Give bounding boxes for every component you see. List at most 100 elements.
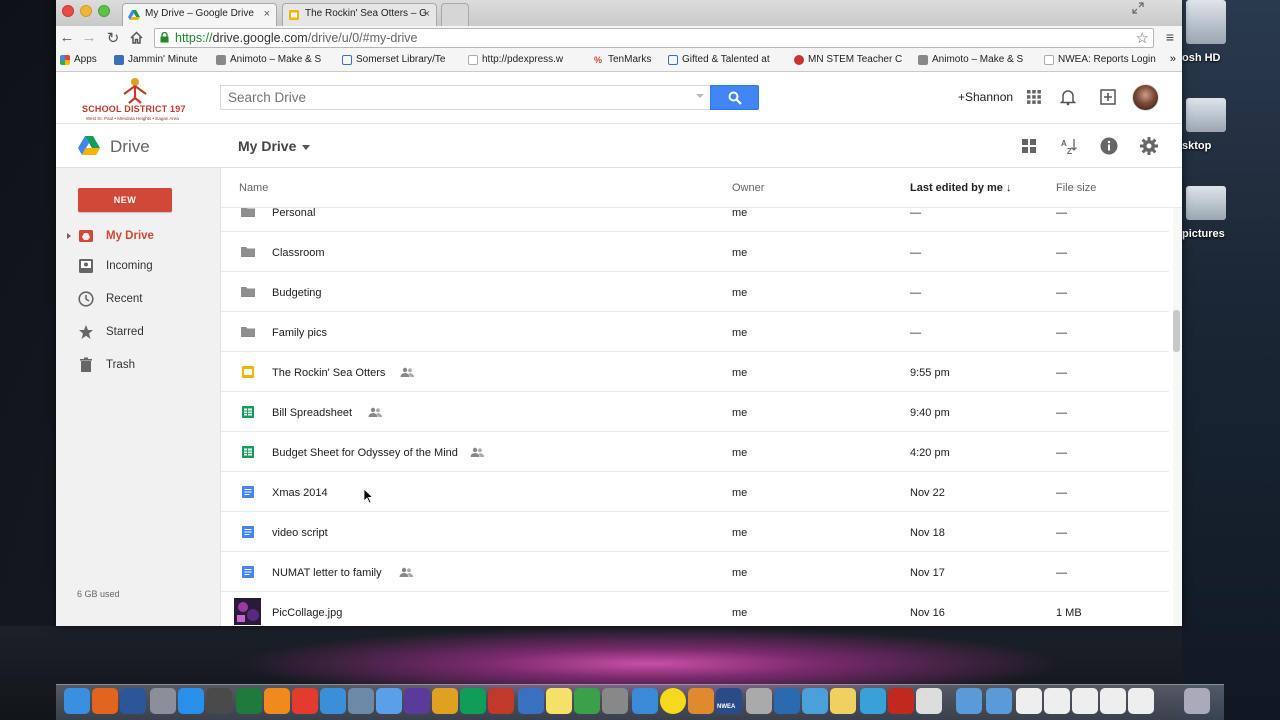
- chrome-menu-icon[interactable]: ≡: [1166, 29, 1174, 45]
- trash-icon[interactable]: [1184, 688, 1210, 714]
- photo-booth-icon[interactable]: [488, 688, 514, 714]
- settings-gear-icon[interactable]: [1139, 136, 1159, 156]
- school-district-logo[interactable]: SCHOOL DISTRICT 197 West St. Paul • Mend…: [80, 76, 200, 122]
- sidebar-item-incoming[interactable]: Incoming: [56, 254, 221, 278]
- bookmark-item[interactable]: MN STEM Teacher C: [794, 54, 902, 65]
- tab-sea-otters[interactable]: The Rockin' Sea Otters – G ×: [282, 3, 437, 26]
- document-icon[interactable]: [1044, 688, 1070, 714]
- document-icon[interactable]: [1100, 688, 1126, 714]
- table-row[interactable]: Bill Spreadsheet me 9:40 pm —: [221, 392, 1169, 432]
- safari-icon[interactable]: [320, 688, 346, 714]
- printer-icon[interactable]: [916, 688, 942, 714]
- preview-icon[interactable]: [746, 688, 772, 714]
- facetime-icon[interactable]: [206, 688, 232, 714]
- storage-used[interactable]: 6 GB used: [77, 589, 120, 599]
- table-row[interactable]: Personal me — —: [221, 208, 1169, 232]
- file-name[interactable]: Family pics: [272, 327, 327, 339]
- column-owner[interactable]: Owner: [732, 182, 764, 194]
- table-row[interactable]: Budget Sheet for Odyssey of the Mind me 4:…: [221, 432, 1169, 472]
- zoom-window-button[interactable]: [98, 5, 110, 17]
- stickies-icon[interactable]: [546, 688, 572, 714]
- pen-icon[interactable]: [602, 688, 628, 714]
- drive-logo-icon[interactable]: [78, 136, 100, 155]
- new-button[interactable]: NEW: [78, 188, 172, 212]
- share-add-icon[interactable]: [1099, 88, 1117, 106]
- pictures-folder-icon[interactable]: [1186, 186, 1226, 220]
- search-input[interactable]: [221, 86, 681, 109]
- desktop-folder-icon[interactable]: [1186, 98, 1226, 132]
- drive-icon[interactable]: [460, 688, 486, 714]
- column-last-edited[interactable]: Last edited by me ↓: [910, 182, 1011, 194]
- file-name[interactable]: Personal: [272, 208, 315, 219]
- column-file-size[interactable]: File size: [1056, 182, 1096, 194]
- table-row[interactable]: NUMAT letter to family me Nov 17 —: [221, 552, 1169, 592]
- table-row[interactable]: video script me Nov 18 —: [221, 512, 1169, 552]
- folder-icon[interactable]: [986, 688, 1012, 714]
- document-icon[interactable]: [1128, 688, 1154, 714]
- sidebar-item-my-drive[interactable]: My Drive: [56, 224, 221, 248]
- minimize-window-button[interactable]: [80, 5, 92, 17]
- preview-icon[interactable]: [348, 688, 374, 714]
- tab-my-drive[interactable]: My Drive – Google Drive ×: [122, 3, 277, 26]
- file-name[interactable]: NUMAT letter to family: [272, 567, 382, 579]
- bookmarks-overflow-icon[interactable]: »: [1170, 53, 1176, 65]
- scrollbar-thumb[interactable]: [1173, 310, 1180, 352]
- sidebar-item-starred[interactable]: Starred: [56, 320, 221, 344]
- new-tab-button[interactable]: [441, 3, 469, 26]
- bookmark-apps[interactable]: Apps: [60, 54, 97, 65]
- bookmark-item[interactable]: Gifted & Talented at: [668, 54, 770, 65]
- file-name[interactable]: Budgeting: [272, 287, 322, 299]
- word-icon[interactable]: [120, 688, 146, 714]
- info-icon[interactable]: [1099, 136, 1119, 156]
- search-options-icon[interactable]: [696, 94, 704, 98]
- grid-view-icon[interactable]: [1019, 136, 1039, 156]
- file-name[interactable]: Xmas 2014: [272, 487, 328, 499]
- ibooks-icon[interactable]: [264, 688, 290, 714]
- tab-close-icon[interactable]: ×: [264, 8, 270, 20]
- file-name[interactable]: Classroom: [272, 247, 325, 259]
- table-row[interactable]: Family pics me — —: [221, 312, 1169, 352]
- table-row[interactable]: The Rockin' Sea Otters me 9:55 pm —: [221, 352, 1169, 392]
- bookmark-item[interactable]: Animoto – Make & S: [216, 54, 321, 65]
- document-icon[interactable]: [1016, 688, 1042, 714]
- back-icon[interactable]: ←: [58, 29, 76, 46]
- imovie-icon[interactable]: [404, 688, 430, 714]
- bookmark-item[interactable]: NWEA: Reports Login: [1044, 54, 1156, 65]
- keynote-icon[interactable]: [518, 688, 544, 714]
- firefox-icon[interactable]: [92, 688, 118, 714]
- itunes-icon[interactable]: [376, 688, 402, 714]
- table-row[interactable]: PicCollage.jpg me Nov 16 1 MB: [221, 592, 1169, 626]
- bookmark-star-icon[interactable]: ☆: [1136, 29, 1149, 47]
- sort-az-icon[interactable]: A Z: [1059, 136, 1079, 156]
- home-icon[interactable]: [130, 31, 143, 44]
- keynote-icon[interactable]: [632, 688, 658, 714]
- file-name[interactable]: PicCollage.jpg: [272, 607, 342, 619]
- launchpad-icon[interactable]: [150, 688, 176, 714]
- notes-icon[interactable]: [830, 688, 856, 714]
- facetime-icon[interactable]: [574, 688, 600, 714]
- file-name[interactable]: Bill Spreadsheet: [272, 407, 352, 419]
- table-row[interactable]: Classroom me — —: [221, 232, 1169, 272]
- excel-icon[interactable]: [236, 688, 262, 714]
- close-window-button[interactable]: [62, 5, 74, 17]
- google-plus-user-link[interactable]: +Shannon: [958, 90, 1013, 104]
- forward-icon[interactable]: →: [80, 29, 98, 46]
- file-name[interactable]: Budget Sheet for Odyssey of the Mind: [272, 447, 458, 459]
- smiley-icon[interactable]: [660, 688, 686, 714]
- search-button[interactable]: [710, 85, 759, 110]
- bookmark-item[interactable]: Somerset Library/Te: [342, 54, 445, 65]
- expand-arrow-icon[interactable]: [67, 233, 71, 239]
- tab-close-icon[interactable]: ×: [424, 8, 430, 20]
- file-name[interactable]: The Rockin' Sea Otters: [272, 367, 385, 379]
- sidebar-item-trash[interactable]: Trash: [56, 353, 221, 377]
- pages-icon[interactable]: [432, 688, 458, 714]
- folder-icon[interactable]: [956, 688, 982, 714]
- chrome-icon[interactable]: [292, 688, 318, 714]
- table-row[interactable]: Budgeting me — —: [221, 272, 1169, 312]
- bookmark-item[interactable]: % TenMarks: [594, 54, 651, 65]
- acrobat-icon[interactable]: [888, 688, 914, 714]
- my-drive-dropdown[interactable]: My Drive: [238, 138, 311, 154]
- bookmark-item[interactable]: Jammin' Minute: [114, 54, 198, 65]
- document-icon[interactable]: [1072, 688, 1098, 714]
- column-name[interactable]: Name: [239, 182, 268, 194]
